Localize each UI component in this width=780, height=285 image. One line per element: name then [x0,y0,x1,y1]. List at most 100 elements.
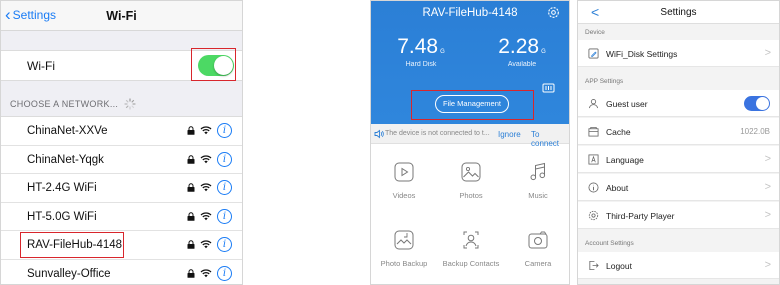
ignore-link[interactable]: Ignore [498,130,521,139]
row-label: Third-Party Player [606,211,675,221]
wifi-toggle-label: Wi-Fi [27,59,55,73]
network-name: Sunvalley-Office [27,267,111,280]
available-value: 2.28 [498,35,540,58]
section-header-account: Account Settings [585,240,634,247]
file-management-button[interactable]: File Management [435,95,509,113]
row-label: WiFi_Disk Settings [606,49,678,59]
network-name: HT-5.0G WiFi [27,210,97,223]
settings-row-cache[interactable]: Cache 1022.0B [578,118,779,145]
network-row[interactable]: RAV-FileHub-4148 i [1,231,242,260]
highlight-box [191,48,236,81]
storage-header: RAV-FileHub-4148 7.48 G Hard Disk 2.28 G A… [371,1,569,124]
switch-knob [756,97,769,110]
camera-icon [528,231,548,249]
user-icon [588,99,599,109]
info-icon[interactable]: i [217,180,232,195]
lock-icon [187,126,195,135]
network-name: ChinaNet-Yqgk [27,153,104,166]
lock-icon [187,154,195,164]
network-row[interactable]: HT-5.0G WiFi i [1,203,242,231]
logout-icon [589,260,599,271]
row-label: Guest user [606,99,648,109]
tile-photo-backup[interactable]: Photo Backup [371,229,437,268]
wifi-signal-icon [200,268,212,277]
sd-card-icon[interactable] [542,83,555,93]
network-row[interactable]: ChinaNet-Yqgk i [1,146,242,174]
tile-label: Music [528,191,548,200]
wifi-settings-screen: ‹ Settings Wi-Fi Wi-Fi CHOOSE A NETWORK.… [0,0,243,285]
photo-backup-icon [394,230,414,250]
lock-icon [187,183,195,192]
cache-icon [588,127,599,137]
tile-camera[interactable]: Camera [505,229,569,268]
music-icon [530,162,546,181]
backup-contacts-icon [463,231,479,249]
language-icon [588,154,599,165]
network-row[interactable]: Sunvalley-Office i [1,260,242,285]
wifi-signal-icon [200,240,212,249]
loading-spinner-icon [124,98,136,110]
network-row[interactable]: HT-2.4G WiFi i [1,174,242,203]
row-label: About [606,183,629,193]
navigation-bar: ‹ Settings Wi-Fi [1,1,242,31]
info-icon [588,182,599,193]
tile-photos[interactable]: Photos [438,161,504,200]
chevron-right-icon: > [764,259,771,271]
wifi-signal-icon [200,183,212,192]
wifi-signal-icon [200,126,212,135]
settings-row-about[interactable]: About > [578,174,779,201]
row-label: Cache [606,127,631,137]
hard-disk-unit: G [440,49,445,55]
lock-icon [187,268,195,278]
info-icon[interactable]: i [217,208,232,224]
hard-disk-value: 7.48 [397,35,439,58]
speaker-icon [374,129,384,139]
settings-row-logout[interactable]: Logout > [578,252,779,279]
settings-row-language[interactable]: Language > [578,146,779,173]
chevron-right-icon: > [764,209,771,221]
tile-videos[interactable]: Videos [371,161,437,200]
network-row[interactable]: ChinaNet-XXVe i [1,117,242,146]
chevron-right-icon: > [764,181,771,193]
info-icon[interactable]: i [217,151,232,167]
available-stat: 2.28 G Available [477,35,567,68]
section-header: CHOOSE A NETWORK... [10,98,136,110]
settings-row-wifi-disk[interactable]: WiFi_Disk Settings > [578,40,779,67]
tile-label: Camera [524,259,552,268]
network-name: ChinaNet-XXVe [27,125,108,137]
info-icon[interactable]: i [217,237,232,252]
page-title: Settings [660,7,697,18]
tile-music[interactable]: Music [505,161,569,200]
lock-icon [187,240,195,249]
chevron-right-icon: > [764,153,771,165]
available-unit: G [541,49,546,55]
settings-row-third-party-player[interactable]: Third-Party Player > [578,202,779,229]
chevron-right-icon: > [764,47,771,59]
connection-notice-bar: The device is not connected to t... Igno… [371,124,569,148]
section-header-app: APP Settings [585,78,624,85]
device-title: RAV-FileHub-4148 [422,7,518,19]
filehub-home-screen: RAV-FileHub-4148 7.48 G Hard Disk 2.28 G A… [370,0,570,285]
tile-backup-contacts[interactable]: Backup Contacts [438,229,504,268]
guest-user-toggle[interactable] [744,96,770,111]
row-label: Logout [606,261,632,271]
gear-icon[interactable] [547,6,560,19]
page-title: Wi-Fi [106,9,137,23]
info-icon[interactable]: i [217,123,232,138]
connect-link[interactable]: To connect [531,130,569,148]
cache-value: 1022.0B [740,127,770,136]
network-name: HT-2.4G WiFi [27,182,97,194]
row-label: Language [606,155,644,165]
info-icon[interactable]: i [217,265,232,281]
tile-label: Videos [392,191,416,200]
tile-label: Photos [459,191,483,200]
choose-network-label: CHOOSE A NETWORK... [10,99,119,109]
gear-icon [588,210,599,221]
video-icon [394,162,414,182]
tile-label: Photo Backup [380,259,428,268]
highlight-box [20,232,124,258]
disk-edit-icon [588,48,599,59]
section-header-device: Device [585,29,605,36]
settings-row-guest-user: Guest user [578,90,779,117]
hard-disk-caption: Hard Disk [405,61,437,68]
